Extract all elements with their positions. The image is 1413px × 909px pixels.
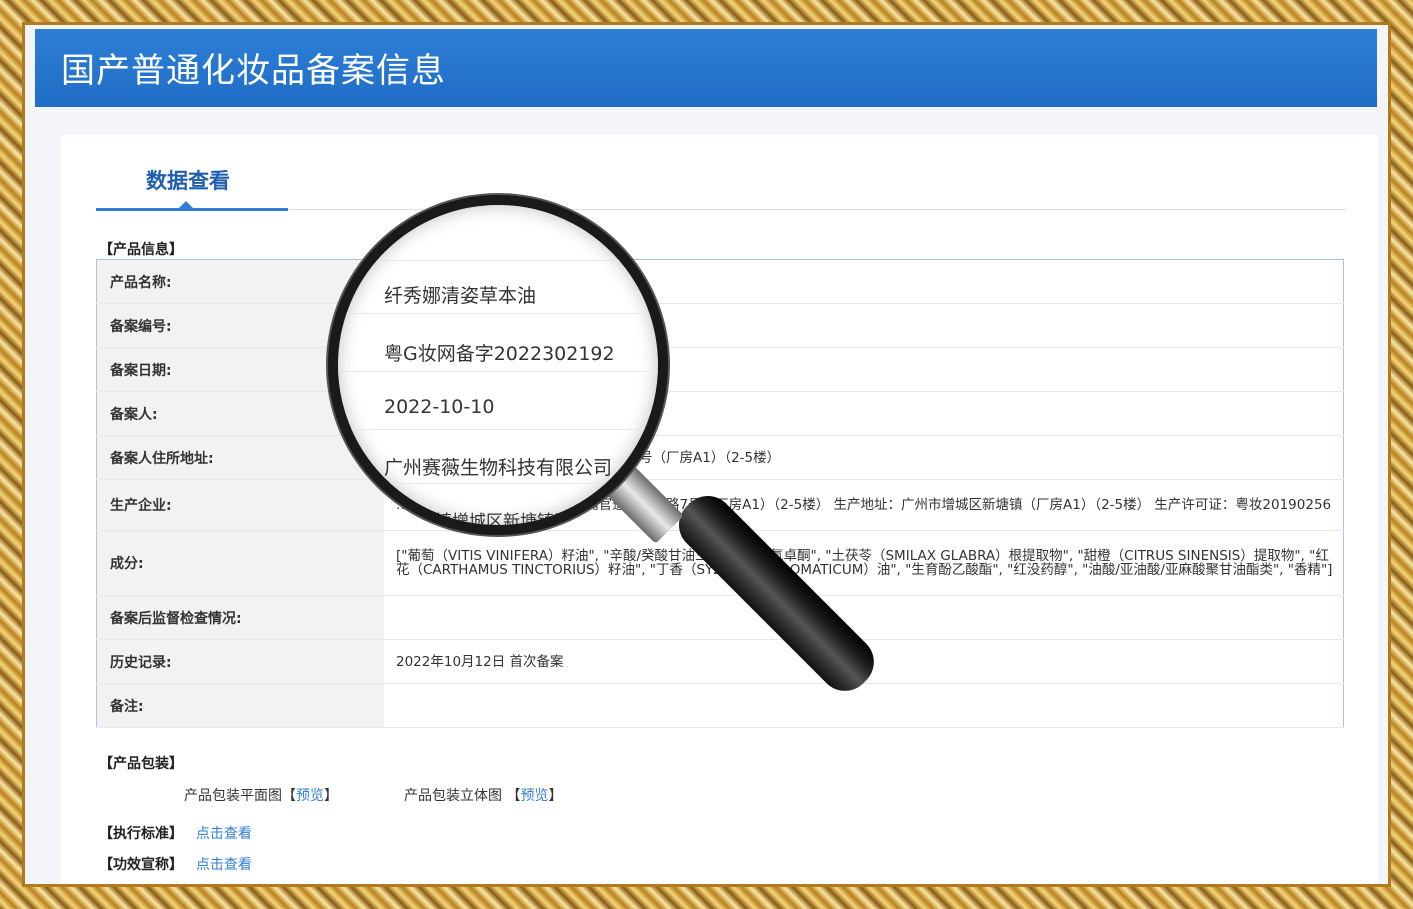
section-standard-label: 【执行标准】 xyxy=(99,826,183,842)
row-label: 备注: xyxy=(96,683,384,728)
table-row: 备注: xyxy=(96,683,1344,728)
lens-divider xyxy=(338,429,658,430)
row-value xyxy=(384,683,1344,728)
section-packaging: 【产品包装】 xyxy=(99,756,183,772)
table-row: 产品名称: xyxy=(96,259,1344,304)
tab-caret-icon xyxy=(179,201,193,208)
bracket-close: 】 xyxy=(324,788,338,804)
lens-product-name: 纤秀娜清姿草本油 xyxy=(384,285,537,307)
preview-flat-link[interactable]: 预览 xyxy=(296,788,324,804)
section-product-info: 【产品信息】 xyxy=(99,242,183,258)
section-efficacy: 【功效宣称】 点击查看 xyxy=(99,854,252,874)
product-info-table: 产品名称: 备案编号: 备案日期: 备案人: 备案人住所地址: 号（厂房A1）（… xyxy=(96,259,1344,728)
table-row: 备案人: xyxy=(96,391,1344,436)
packaging-solid-label: 产品包装立体图 xyxy=(404,788,502,804)
packaging-solid: 产品包装立体图 【预览】 xyxy=(404,785,562,805)
row-label: 成分: xyxy=(96,530,384,596)
packaging-flat-label: 产品包装平面图 xyxy=(184,788,282,804)
table-row: 备案后监督检查情况: xyxy=(96,595,1344,640)
bracket-open: 【 xyxy=(506,788,521,804)
section-standard: 【执行标准】 点击查看 xyxy=(99,823,252,843)
row-label: 备案后监督检查情况: xyxy=(96,595,384,640)
page-title: 国产普通化妆品备案信息 xyxy=(61,51,446,91)
lens-divider xyxy=(338,371,658,372)
row-label: 生产企业: xyxy=(96,479,384,531)
row-label: 备案人住所地址: xyxy=(96,435,384,480)
section-efficacy-label: 【功效宣称】 xyxy=(99,857,183,873)
row-value: ["葡萄（VITIS VINIFERA）籽油", "辛酸/癸酸甘油三酯", "月… xyxy=(384,530,1344,596)
lens-divider xyxy=(338,313,658,314)
screenshot-area: 国产普通化妆品备案信息 数据查看 【产品信息】 产品名称: 备案编号: 备案日期… xyxy=(22,22,1391,887)
preview-solid-link[interactable]: 预览 xyxy=(520,788,548,804)
row-value xyxy=(384,595,1344,640)
bracket-open: 【 xyxy=(282,788,296,804)
lens-divider xyxy=(338,260,658,261)
row-label: 历史记录: xyxy=(96,639,384,684)
table-row: 备案人住所地址: 号（厂房A1）（2-5楼） xyxy=(96,435,1344,480)
table-row: 备案日期: xyxy=(96,347,1344,392)
page-header: 国产普通化妆品备案信息 xyxy=(35,29,1377,107)
packaging-flat: 产品包装平面图【预览】 xyxy=(184,785,338,805)
standard-view-link[interactable]: 点击查看 xyxy=(196,826,252,842)
lens-divider xyxy=(338,483,658,484)
tab-data-view[interactable]: 数据查看 xyxy=(146,165,230,195)
efficacy-view-link[interactable]: 点击查看 xyxy=(196,857,252,873)
table-row: 备案编号: xyxy=(96,303,1344,348)
bracket-close: 】 xyxy=(548,788,563,804)
lens-record-number: 粤G妆网备字2022302192 xyxy=(384,343,615,365)
tab-active-underline xyxy=(96,208,288,211)
lens-registrant: 广州赛薇生物科技有限公司 xyxy=(384,457,613,479)
lens-record-date: 2022-10-10 xyxy=(384,396,495,418)
table-row: 历史记录: 2022年10月12日 首次备案 xyxy=(96,639,1344,684)
magnifier-lens: 纤秀娜清姿草本油 粤G妆网备字2022302192 2022-10-10 广州赛… xyxy=(328,195,668,535)
